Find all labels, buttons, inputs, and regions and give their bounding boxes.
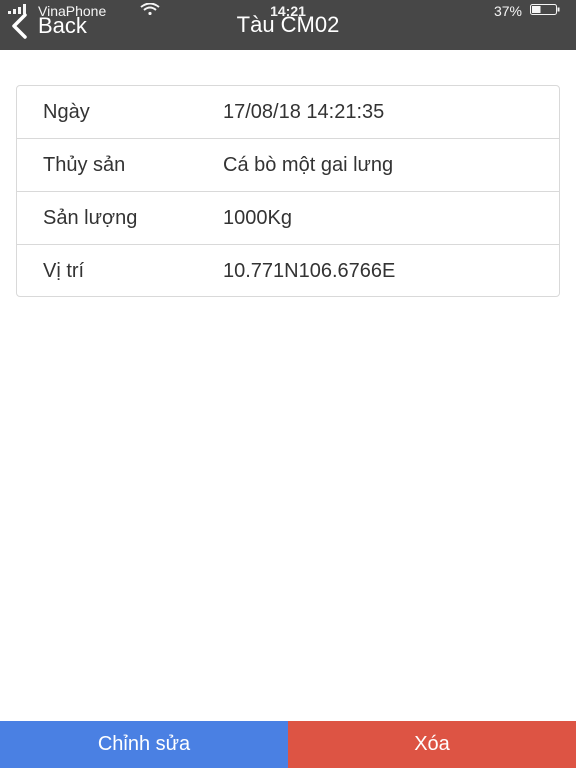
detail-label: Ngày: [43, 101, 90, 123]
delete-button[interactable]: Xóa: [288, 721, 576, 768]
detail-label: Vị trí: [43, 260, 85, 282]
detail-value: 10.771N106.6766E: [223, 260, 396, 282]
detail-label: Sản lượng: [43, 207, 138, 229]
edit-button[interactable]: Chỉnh sửa: [0, 721, 288, 768]
detail-row-species: Thủy sản Cá bò một gai lưng: [17, 139, 559, 192]
detail-value: 17/08/18 14:21:35: [223, 101, 385, 123]
detail-label: Thủy sản: [43, 154, 126, 176]
detail-row-location: Vị trí 10.771N106.6766E: [17, 245, 559, 298]
catch-detail-card: Ngày 17/08/18 14:21:35 Thủy sản Cá bò mộ…: [16, 85, 560, 297]
detail-row-quantity: Sản lượng 1000Kg: [17, 192, 559, 245]
detail-row-date: Ngày 17/08/18 14:21:35: [17, 86, 559, 139]
app-screen: VinaPhone 14:21 37% Back Tàu CM02 Ngày 1…: [0, 0, 576, 768]
detail-value: Cá bò một gai lưng: [223, 154, 394, 176]
page-title: Tàu CM02: [236, 12, 340, 37]
detail-value: 1000Kg: [223, 207, 292, 229]
action-bar: Chỉnh sửa Xóa: [0, 721, 576, 768]
nav-bar: VinaPhone 14:21 37% Back Tàu CM02: [0, 0, 576, 50]
